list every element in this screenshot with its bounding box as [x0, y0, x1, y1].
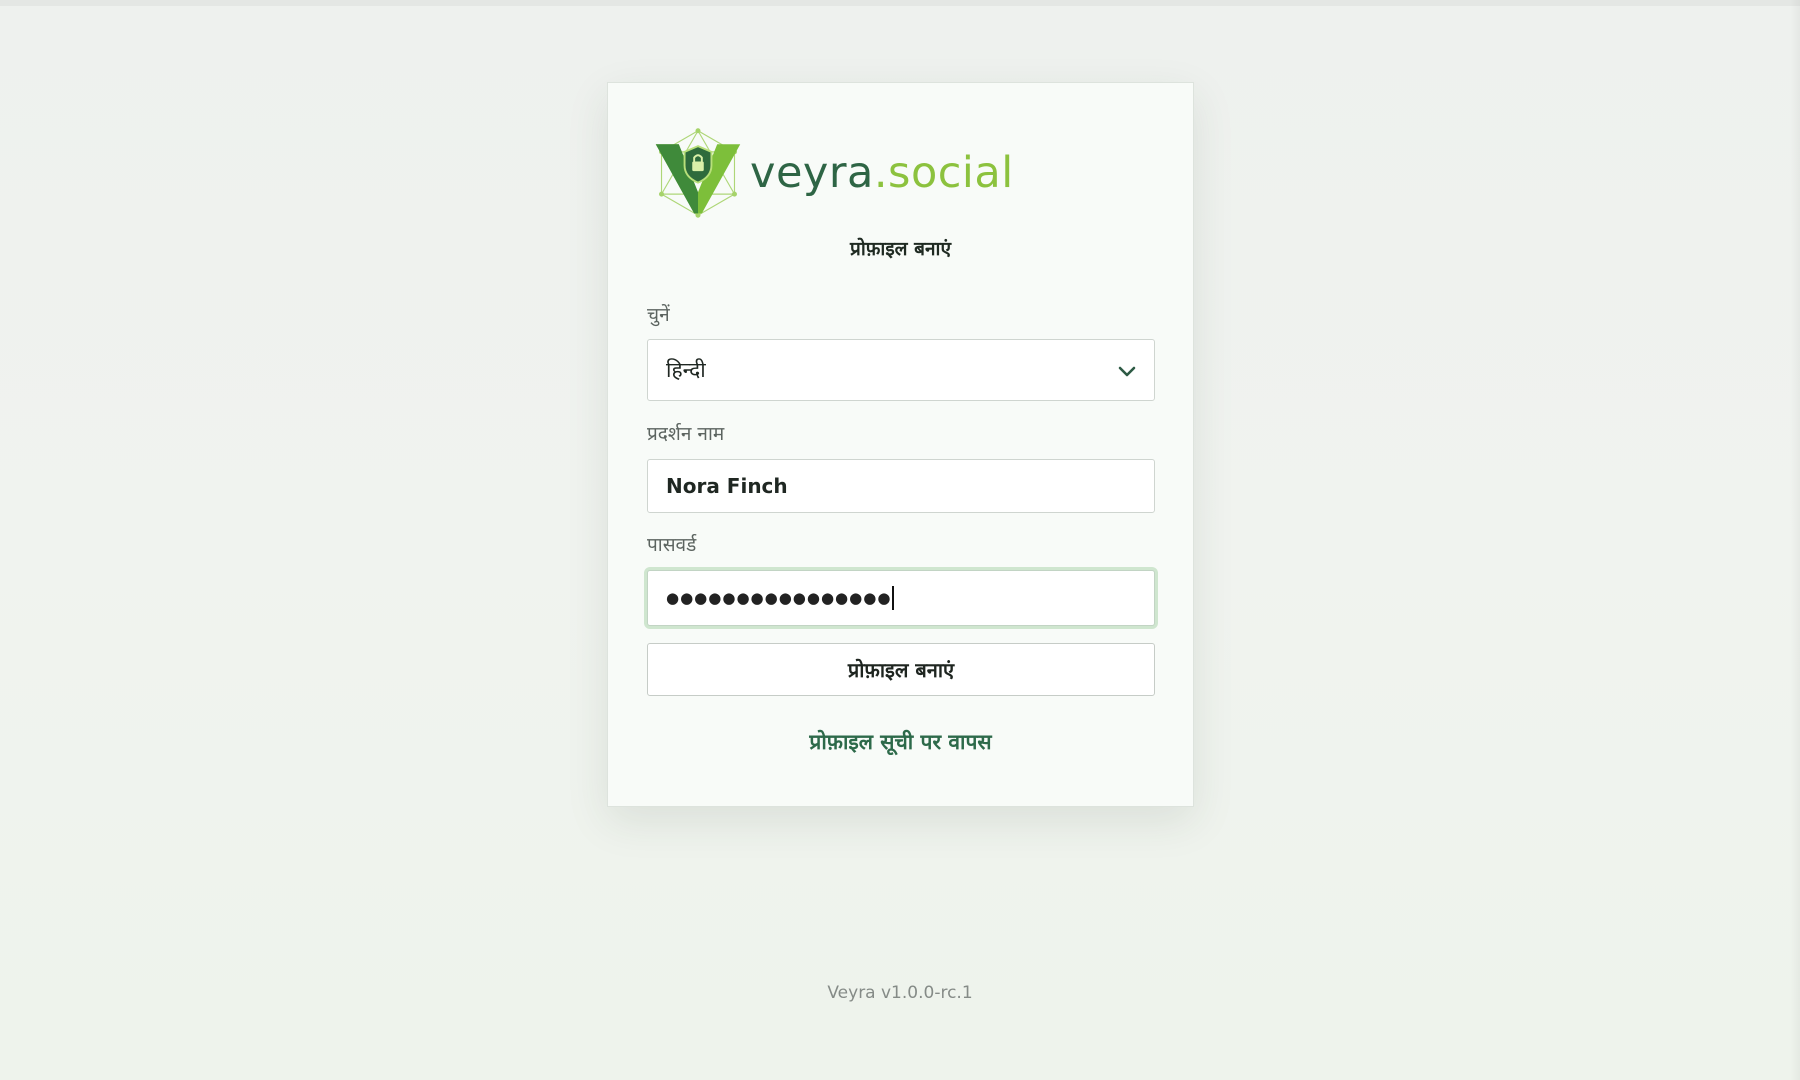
text-caret: [892, 586, 895, 610]
brand-wordmark: veyra.social: [750, 151, 1014, 195]
create-profile-button[interactable]: प्रोफ़ाइल बनाएं: [647, 643, 1155, 696]
brand-logo: veyra.social: [650, 123, 1014, 223]
password-input[interactable]: ●●●●●●●●●●●●●●●●: [647, 570, 1155, 626]
language-label: चुनें: [647, 304, 670, 326]
language-select-value: हिन्दी: [666, 358, 706, 382]
window-edge: [1790, 0, 1800, 1080]
password-masked-value: ●●●●●●●●●●●●●●●●: [666, 589, 892, 607]
page-title: प्रोफ़ाइल बनाएं: [850, 238, 951, 260]
create-profile-card: veyra.social प्रोफ़ाइल बनाएं चुनें हिन्द…: [607, 82, 1194, 807]
back-to-profile-list-link[interactable]: प्रोफ़ाइल सूची पर वापस: [608, 728, 1193, 756]
language-select[interactable]: हिन्दी: [647, 339, 1155, 401]
display-name-label: प्रदर्शन नाम: [647, 423, 725, 445]
brand-name-part2: .social: [873, 147, 1014, 198]
display-name-input[interactable]: Nora Finch: [647, 459, 1155, 513]
app-version: Veyra v1.0.0-rc.1: [827, 983, 973, 1003]
brand-name-part1: veyra: [750, 147, 874, 198]
veyra-shield-v-icon: [655, 128, 741, 218]
chevron-down-icon: [1118, 366, 1136, 377]
window-top-strip: [0, 0, 1800, 6]
password-label: पासवर्ड: [647, 534, 697, 556]
display-name-value: Nora Finch: [666, 474, 788, 498]
